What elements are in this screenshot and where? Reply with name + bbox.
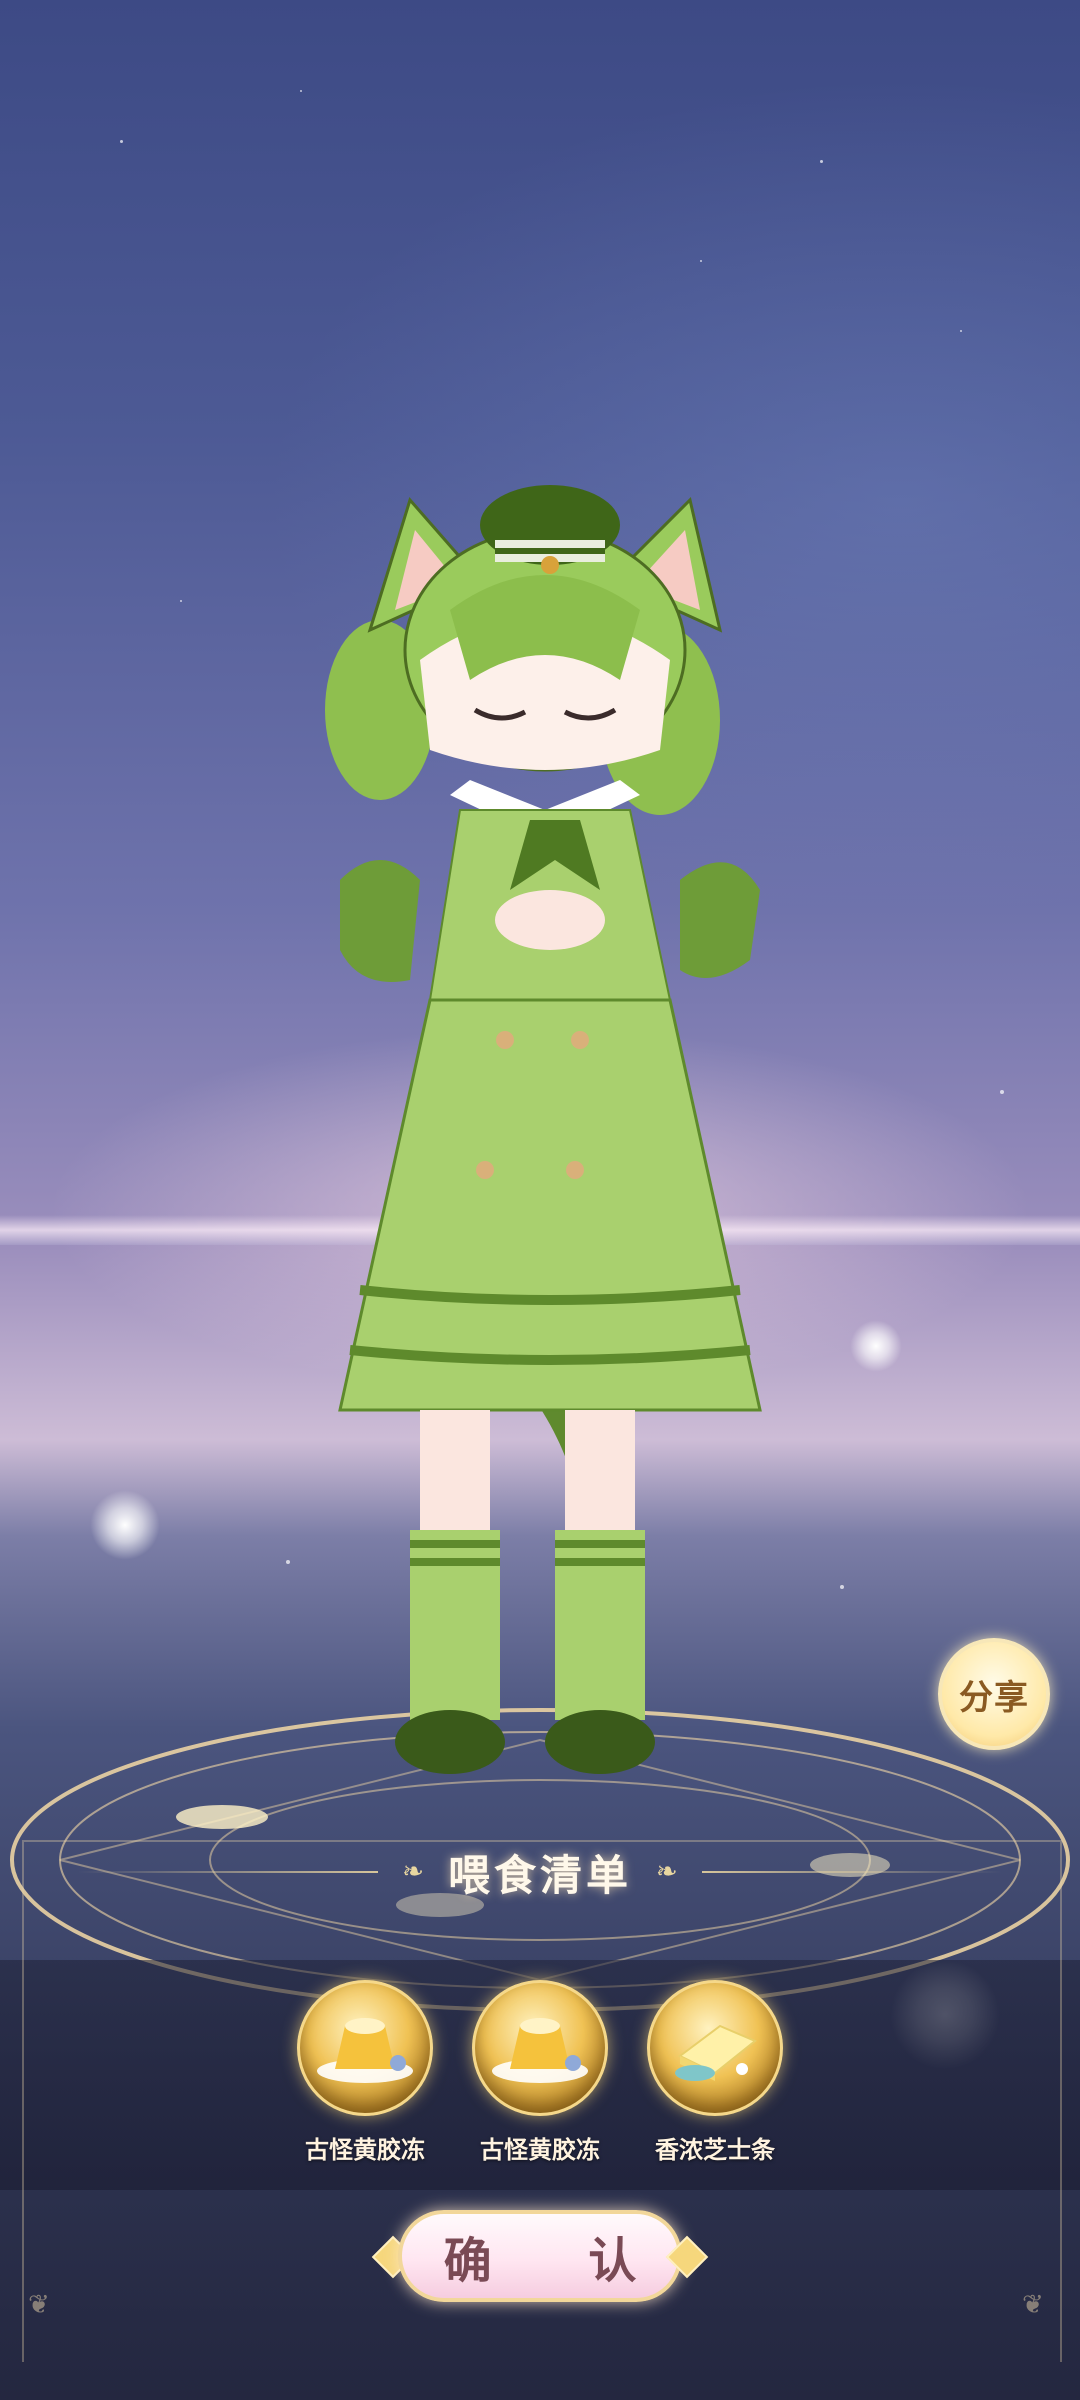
feed-item-list: 古怪黄胶冻 古怪黄胶冻 香浓芝士条 [0,1980,1080,2170]
feed-item-name: 古怪黄胶冻 [305,2136,425,2164]
cheese-icon [647,1980,783,2116]
pudding-icon [297,1980,433,2116]
confirm-button-label: 确 认 [443,2233,677,2289]
feed-item-name: 香浓芝士条 [655,2136,775,2164]
feed-item[interactable]: 古怪黄胶冻 [472,1980,608,2170]
share-button-label: 分享 [959,1677,1029,1718]
feed-list-title: 喂食清单 [447,1850,632,1900]
feed-list-header: ❧ 喂食清单 ❧ [0,1842,1080,1902]
corner-ornament-icon: ❦ [28,2290,50,2320]
feed-item[interactable]: 古怪黄胶冻 [297,1980,433,2170]
share-button[interactable]: 分享 [938,1638,1050,1750]
feed-item-name: 古怪黄胶冻 [480,2136,600,2164]
leaf-ornament-icon: ❧ [656,1857,678,1887]
light-orb [90,1490,160,1560]
confirm-button-wrap: 确 认 [371,2210,709,2306]
confirm-button[interactable]: 确 认 [398,2210,682,2302]
corner-ornament-icon: ❦ [1022,2290,1044,2320]
feed-item[interactable]: 香浓芝士条 [647,1980,783,2170]
pudding-icon [472,1980,608,2116]
character-avatar[interactable] [300,480,800,1860]
light-orb [850,1320,902,1372]
header-divider-left [78,1871,379,1873]
header-divider-right [701,1871,1002,1873]
leaf-ornament-icon: ❧ [402,1857,424,1887]
